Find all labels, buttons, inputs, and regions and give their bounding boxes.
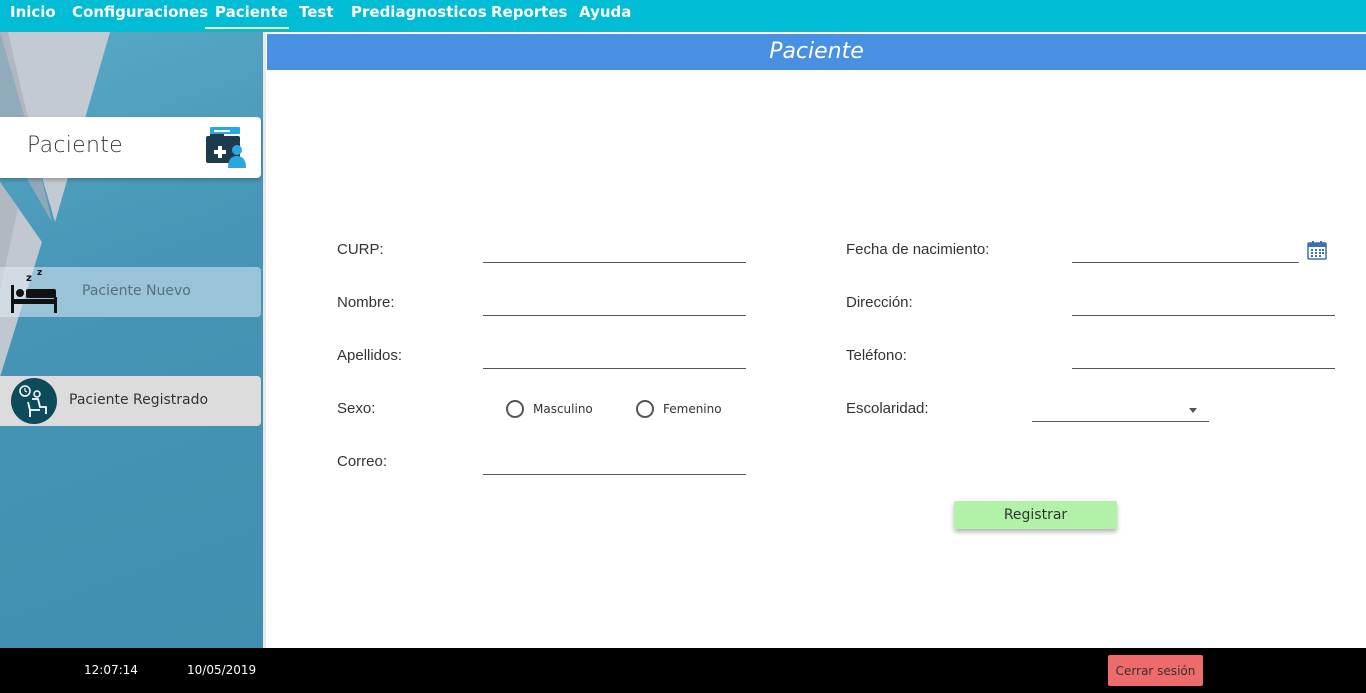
apellidos-label: Apellidos: [337,347,403,364]
escolaridad-label: Escolaridad: [846,400,929,417]
footer-time: 12:07:14 [84,663,138,677]
patient-waiting-icon [11,378,57,424]
menu-item-reportes[interactable]: Reportes [491,3,567,29]
nombre-label: Nombre: [337,294,395,311]
correo-label: Correo: [337,453,388,470]
chevron-down-icon [1189,408,1197,413]
patient-section-title: Paciente [27,133,124,158]
footer-date: 10/05/2019 [187,663,257,677]
correo-field[interactable] [483,453,746,475]
escolaridad-select[interactable] [1032,400,1209,422]
menu-item-paciente[interactable]: Paciente [205,3,289,29]
main-content: Paciente CURP: Nombre: Apellidos: Sexo: … [266,32,1366,648]
sexo-masculino-label: Masculino [533,402,593,416]
menu-item-configuraciones[interactable]: Configuraciones [72,3,208,29]
curp-field[interactable] [483,241,746,263]
page-title: Paciente [769,39,864,64]
menu-item-inicio[interactable]: Inicio [10,3,56,29]
fecha-nacimiento-field[interactable] [1072,241,1299,263]
sexo-masculino-radio[interactable] [506,400,524,418]
menu-item-ayuda[interactable]: Ayuda [579,3,631,29]
sidebar: Paciente z z Paciente Nuevo Paciente Reg… [0,32,266,648]
sexo-femenino-label: Femenino [663,402,722,416]
direccion-field[interactable] [1072,294,1335,316]
menu-item-test[interactable]: Test [299,3,334,29]
nombre-field[interactable] [483,294,746,316]
sidebar-item-paciente-nuevo[interactable]: z z Paciente Nuevo [0,267,261,317]
apellidos-field[interactable] [483,347,746,369]
patient-section-card: Paciente [0,117,261,178]
curp-label: CURP: [337,241,384,258]
calendar-icon[interactable] [1307,240,1327,260]
direccion-label: Dirección: [846,294,913,311]
sidebar-item-label: Paciente Registrado [69,392,209,408]
svg-text:z: z [37,268,42,278]
status-footer: 12:07:14 10/05/2019 Cerrar sesión [0,648,1366,693]
registrar-button[interactable]: Registrar [954,501,1117,529]
page-header: Paciente [267,34,1366,70]
telefono-label: Teléfono: [846,347,907,364]
svg-text:z: z [26,273,32,284]
sexo-label: Sexo: [337,400,376,417]
menu-item-prediagnosticos[interactable]: Prediagnosticos [351,3,487,29]
fecha-nacimiento-label: Fecha de nacimiento: [846,241,990,258]
cerrar-sesion-button[interactable]: Cerrar sesión [1108,655,1203,686]
telefono-field[interactable] [1072,347,1335,369]
sleeping-bed-icon: z z [11,268,57,313]
sexo-femenino-radio[interactable] [636,400,654,418]
sidebar-item-paciente-registrado[interactable]: Paciente Registrado [0,376,261,426]
top-menu-bar: Inicio Configuraciones Paciente Test Pre… [0,0,1366,32]
sidebar-item-label: Paciente Nuevo [82,283,191,299]
patient-folder-icon [206,127,246,168]
